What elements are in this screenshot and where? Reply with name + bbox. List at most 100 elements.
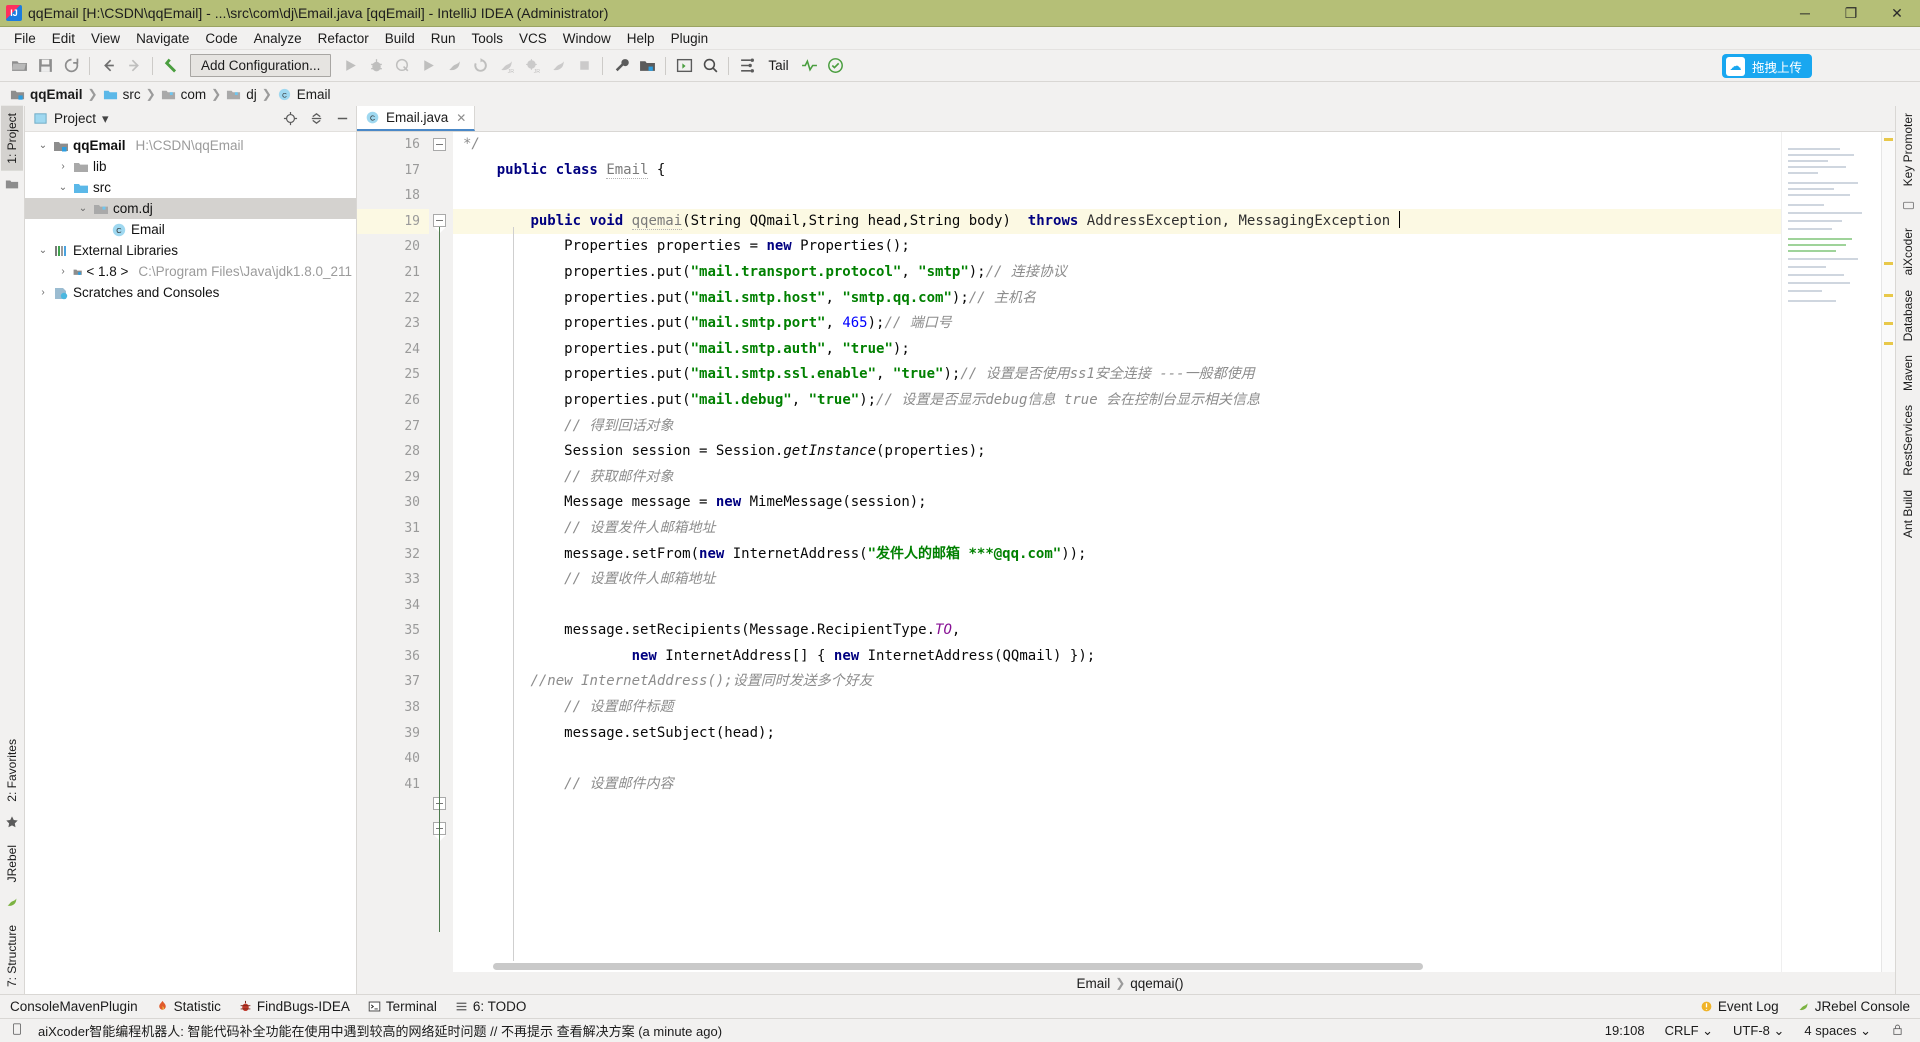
bottom-tab-statistic[interactable]: Statistic <box>156 999 221 1014</box>
profile-icon[interactable] <box>441 53 467 79</box>
bottom-tab-todo[interactable]: 6: TODO <box>455 999 526 1014</box>
sync-icon[interactable] <box>58 53 84 79</box>
sidebar-tab-aixcoder[interactable]: aiXcoder <box>1897 221 1919 282</box>
lock-icon[interactable] <box>1885 1023 1910 1039</box>
run-icon[interactable] <box>337 53 363 79</box>
menu-tools[interactable]: Tools <box>464 29 512 48</box>
tree-arrow[interactable]: › <box>57 266 69 277</box>
tree-node-lib[interactable]: › lib <box>25 156 356 177</box>
tree-node-scratches[interactable]: › Scratches and Consoles <box>25 282 356 303</box>
back-icon[interactable] <box>95 53 121 79</box>
close-icon[interactable]: ✕ <box>456 111 466 125</box>
nav-breadcrumb-method[interactable]: qqemai() <box>1130 976 1183 991</box>
editor-minimap[interactable] <box>1781 132 1881 972</box>
tree-arrow[interactable]: › <box>57 161 69 172</box>
tail-button[interactable]: Tail <box>760 58 796 73</box>
editor-tab-email-java[interactable]: C Email.java ✕ <box>357 106 476 131</box>
tree-node-external-libraries[interactable]: ⌄ External Libraries <box>25 240 356 261</box>
hide-panel-icon[interactable] <box>332 109 352 129</box>
minimize-button[interactable]: ─ <box>1782 0 1828 27</box>
code-content[interactable]: */ public class Email { public void qqem… <box>453 132 1781 972</box>
menu-file[interactable]: File <box>6 29 44 48</box>
close-button[interactable]: ✕ <box>1874 0 1920 27</box>
caret-position[interactable]: 19:108 <box>1599 1023 1651 1038</box>
breadcrumb-item-src[interactable]: src <box>101 87 143 102</box>
menu-vcs[interactable]: VCS <box>511 29 555 48</box>
run-configuration-selector[interactable]: Add Configuration... <box>190 54 332 77</box>
rerun-icon[interactable] <box>467 53 493 79</box>
menu-navigate[interactable]: Navigate <box>128 29 197 48</box>
sidebar-tab-ant-build[interactable]: Ant Build <box>1897 483 1919 545</box>
tree-arrow[interactable]: ⌄ <box>37 245 49 256</box>
run-alt-icon[interactable] <box>415 53 441 79</box>
editor-horizontal-scrollbar[interactable] <box>453 961 1781 972</box>
heartbeat-icon[interactable] <box>797 53 823 79</box>
sidebar-tab-restservices[interactable]: RestServices <box>1897 398 1919 483</box>
bottom-tab-jrebel-console[interactable]: JRebel Console <box>1797 999 1910 1014</box>
editor-error-stripe[interactable] <box>1881 132 1895 972</box>
terminal-icon[interactable] <box>671 53 697 79</box>
sidebar-tab-jrebel[interactable]: JRebel <box>1 838 23 889</box>
status-message[interactable]: aiXcoder智能编程机器人: 智能代码补全功能在使用中遇到较高的网络延时问题… <box>32 1021 728 1040</box>
locate-target-icon[interactable] <box>280 109 300 129</box>
line-separator[interactable]: CRLF ⌄ <box>1659 1023 1719 1039</box>
bottom-tab-terminal[interactable]: Terminal <box>368 999 437 1014</box>
jrebel-debug-icon[interactable]: JR <box>519 53 545 79</box>
tree-node-comdj[interactable]: ⌄ com.dj <box>25 198 356 219</box>
tree-arrow[interactable]: › <box>37 287 49 298</box>
tree-node-qqemail[interactable]: ⌄ qqEmail H:\CSDN\qqEmail <box>25 135 356 156</box>
project-structure-icon[interactable] <box>634 53 660 79</box>
breadcrumb-item-module[interactable]: qqEmail <box>8 87 85 102</box>
fold-marker-method[interactable] <box>433 214 446 233</box>
sidebar-tab-project[interactable]: 1: Project <box>1 106 23 171</box>
fold-marker-end[interactable] <box>433 138 446 151</box>
sidebar-tab-favorites[interactable]: 2: Favorites <box>1 732 23 809</box>
menu-plugin[interactable]: Plugin <box>663 29 717 48</box>
jrebel-profile-icon[interactable] <box>545 53 571 79</box>
breadcrumb-item-class[interactable]: C Email <box>275 87 333 102</box>
run-with-coverage-icon[interactable] <box>389 53 415 79</box>
chevron-down-icon[interactable]: ▾ <box>102 111 109 127</box>
menu-code[interactable]: Code <box>197 29 245 48</box>
tree-arrow[interactable]: ⌄ <box>37 140 49 151</box>
bottom-tab-console-maven-plugin[interactable]: ConsoleMavenPlugin <box>10 999 138 1014</box>
open-folder-icon[interactable] <box>6 53 32 79</box>
menu-refactor[interactable]: Refactor <box>310 29 377 48</box>
debug-icon[interactable] <box>363 53 389 79</box>
aixcoder-icon[interactable] <box>734 53 760 79</box>
tree-node-jdk[interactable]: › < 1.8 > C:\Program Files\Java\jdk1.8.0… <box>25 261 356 282</box>
nav-breadcrumb-class[interactable]: Email <box>1076 976 1110 991</box>
save-all-icon[interactable] <box>32 53 58 79</box>
check-circle-icon[interactable] <box>823 53 849 79</box>
sidebar-tab-maven[interactable]: Maven <box>1897 348 1919 398</box>
menu-run[interactable]: Run <box>423 29 464 48</box>
breadcrumb-item-com[interactable]: com <box>159 87 209 102</box>
menu-analyze[interactable]: Analyze <box>246 29 310 48</box>
menu-edit[interactable]: Edit <box>44 29 83 48</box>
sidebar-tab-structure[interactable]: 7: Structure <box>1 918 23 994</box>
search-everywhere-icon[interactable] <box>697 53 723 79</box>
upload-button[interactable]: ☁ 拖拽上传 <box>1721 54 1812 78</box>
menu-window[interactable]: Window <box>555 29 619 48</box>
sidebar-tab-database[interactable]: Database <box>1897 283 1919 348</box>
bottom-tab-event-log[interactable]: Event Log <box>1700 999 1779 1014</box>
jrebel-run-icon[interactable]: JR <box>493 53 519 79</box>
indent-setting[interactable]: 4 spaces ⌄ <box>1798 1023 1877 1039</box>
tree-node-email[interactable]: C Email <box>25 219 356 240</box>
menu-build[interactable]: Build <box>377 29 423 48</box>
tree-node-src[interactable]: ⌄ src <box>25 177 356 198</box>
menu-help[interactable]: Help <box>619 29 663 48</box>
menu-view[interactable]: View <box>83 29 128 48</box>
sidebar-tab-key-promoter[interactable]: Key Promoter <box>1897 106 1919 193</box>
tree-arrow[interactable]: ⌄ <box>77 203 89 214</box>
tree-arrow[interactable]: ⌄ <box>57 182 69 193</box>
collapse-all-icon[interactable] <box>306 109 326 129</box>
maximize-button[interactable]: ❐ <box>1828 0 1874 27</box>
forward-icon[interactable] <box>121 53 147 79</box>
undo-icon[interactable] <box>158 53 184 79</box>
scrollbar-thumb[interactable] <box>493 963 1423 970</box>
file-encoding[interactable]: UTF-8 ⌄ <box>1727 1023 1790 1039</box>
bottom-tab-findbugs-idea[interactable]: FindBugs-IDEA <box>239 999 350 1014</box>
breadcrumb-item-dj[interactable]: dj <box>224 87 259 102</box>
stop-icon[interactable] <box>571 53 597 79</box>
